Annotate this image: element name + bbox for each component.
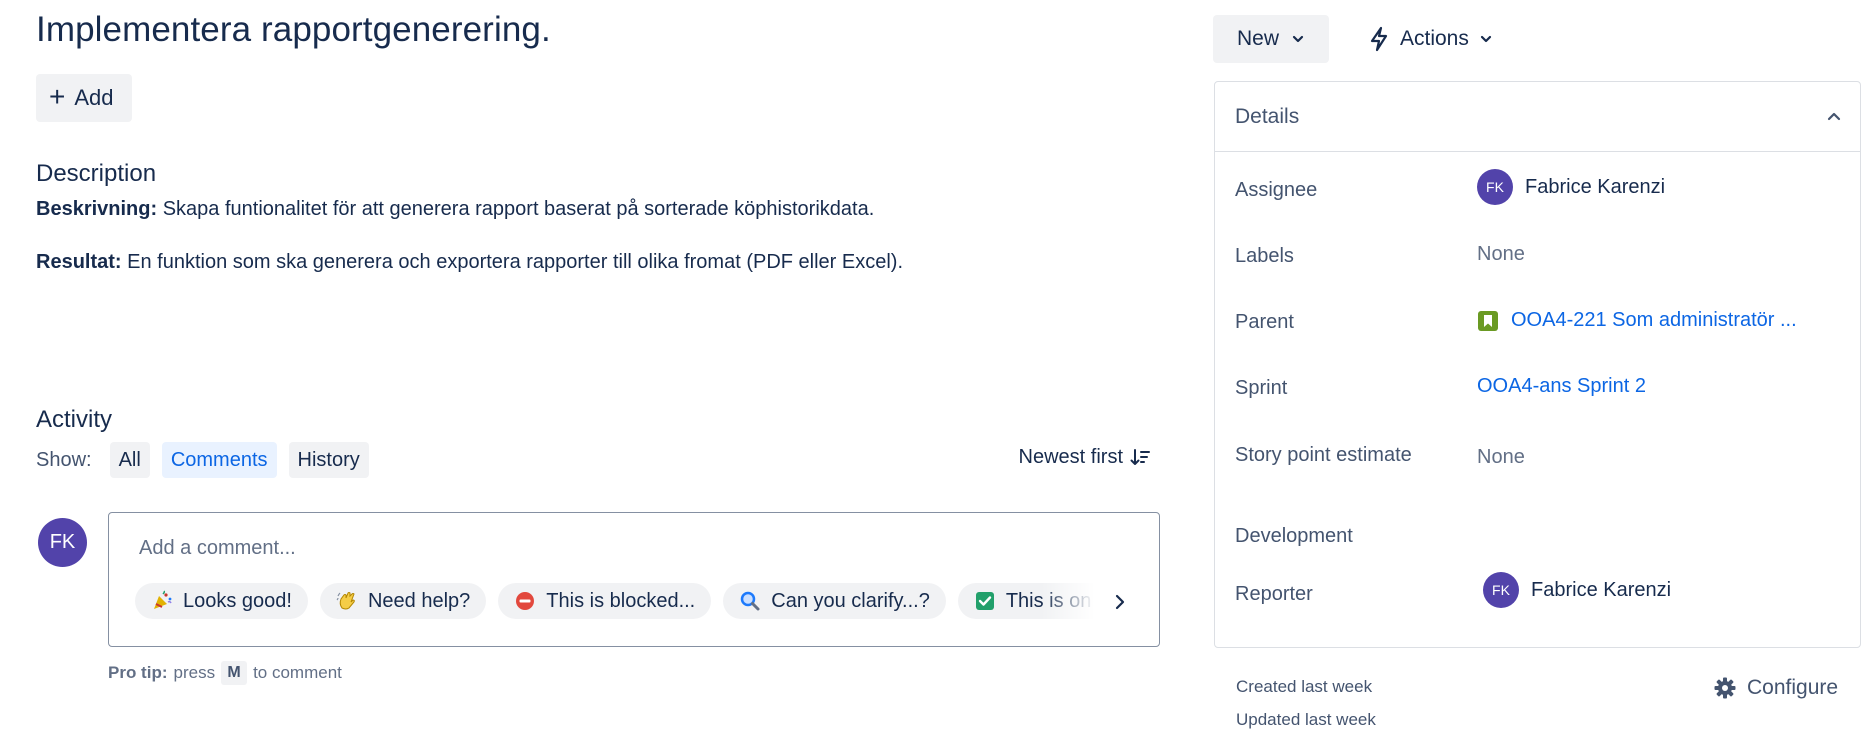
assignee-label: Assignee bbox=[1235, 179, 1318, 201]
quick-reply-clarify[interactable]: Can you clarify...? bbox=[723, 583, 946, 619]
created-timestamp: Created last week bbox=[1236, 677, 1373, 696]
reporter-field[interactable]: FK Fabrice Karenzi bbox=[1483, 572, 1671, 608]
reporter-avatar: FK bbox=[1483, 572, 1519, 608]
reporter-name: Fabrice Karenzi bbox=[1531, 578, 1672, 601]
plus-icon: + bbox=[49, 80, 66, 112]
actions-dropdown[interactable]: Actions bbox=[1358, 15, 1503, 63]
description-line-2-text: En funktion som ska generera och exporte… bbox=[121, 251, 904, 273]
waving-hand-icon bbox=[336, 590, 358, 612]
add-button[interactable]: + Add bbox=[36, 74, 132, 122]
chevron-right-icon[interactable] bbox=[1107, 589, 1133, 615]
quick-reply-blocked[interactable]: This is blocked... bbox=[498, 583, 712, 619]
sprint-link[interactable]: OOA4-ans Sprint 2 bbox=[1477, 375, 1646, 398]
pro-tip-rest: to comment bbox=[253, 663, 342, 682]
activity-heading: Activity bbox=[36, 406, 113, 433]
quick-reply-label: Looks good! bbox=[183, 589, 292, 612]
description-line-1-text: Skapa funtionalitet för att generera rap… bbox=[157, 198, 875, 220]
configure-label: Configure bbox=[1747, 676, 1839, 699]
assignee-field[interactable]: FK Fabrice Karenzi bbox=[1477, 169, 1665, 205]
pro-tip-press: press bbox=[173, 663, 216, 682]
bookmark-icon bbox=[1478, 310, 1498, 331]
sprint-label: Sprint bbox=[1235, 377, 1288, 399]
quick-reply-label: Need help? bbox=[367, 589, 471, 612]
assignee-avatar: FK bbox=[1477, 169, 1513, 205]
status-dropdown[interactable]: New bbox=[1213, 15, 1329, 63]
development-label: Development bbox=[1235, 525, 1353, 547]
add-button-label: Add bbox=[74, 85, 114, 110]
lightning-icon bbox=[1370, 26, 1388, 52]
current-user-avatar: FK bbox=[38, 518, 87, 567]
filter-all[interactable]: All bbox=[109, 442, 150, 478]
actions-label: Actions bbox=[1400, 27, 1469, 50]
chevron-down-icon bbox=[1480, 35, 1491, 43]
reporter-label: Reporter bbox=[1235, 583, 1313, 605]
assignee-name: Fabrice Karenzi bbox=[1525, 175, 1666, 198]
quick-reply-label: Can you clarify...? bbox=[771, 589, 930, 612]
magnifier-icon bbox=[739, 590, 761, 612]
keyboard-shortcut-key: M bbox=[221, 661, 248, 685]
story-points-field[interactable]: None bbox=[1477, 446, 1525, 469]
status-label: New bbox=[1236, 27, 1279, 50]
description-line-1-label: Beskrivning: bbox=[36, 198, 158, 220]
quick-reply-row: Looks good! Need help? This is blocked..… bbox=[135, 583, 1110, 621]
comment-placeholder[interactable]: Add a comment... bbox=[139, 537, 296, 560]
description-line-2-label: Resultat: bbox=[36, 251, 122, 273]
updated-timestamp: Updated last week bbox=[1236, 710, 1376, 729]
comment-editor[interactable]: Add a comment... Looks good! Need help? … bbox=[108, 512, 1160, 647]
configure-button[interactable]: Configure bbox=[1713, 676, 1838, 700]
chevron-down-icon bbox=[1292, 35, 1304, 43]
pro-tip-label: Pro tip: bbox=[108, 663, 168, 682]
story-points-label: Story point estimate bbox=[1235, 444, 1412, 466]
details-title: Details bbox=[1235, 104, 1300, 128]
details-panel: Details Assignee FK Fabrice Karenzi Labe… bbox=[1214, 81, 1861, 648]
labels-field[interactable]: None bbox=[1477, 243, 1525, 266]
details-header[interactable]: Details bbox=[1215, 82, 1860, 152]
labels-label: Labels bbox=[1235, 245, 1294, 267]
issue-title[interactable]: Implementera rapportgenerering. bbox=[36, 10, 551, 50]
parent-label: Parent bbox=[1235, 311, 1294, 333]
show-label: Show: bbox=[36, 448, 92, 471]
pro-tip: Pro tip: press M to comment bbox=[108, 661, 342, 685]
description-heading: Description bbox=[36, 160, 157, 187]
description-line-2[interactable]: Resultat: En funktion som ska generera o… bbox=[36, 251, 903, 274]
sort-descending-icon bbox=[1130, 448, 1150, 465]
quick-reply-looks-good[interactable]: Looks good! bbox=[135, 583, 308, 619]
quick-reply-need-help[interactable]: Need help? bbox=[319, 583, 487, 619]
check-box-icon bbox=[974, 590, 996, 612]
parent-link[interactable]: OOA4-221 Som administratör ... bbox=[1511, 309, 1797, 332]
sort-label: Newest first bbox=[1018, 446, 1123, 468]
filter-history[interactable]: History bbox=[288, 442, 369, 478]
description-line-1[interactable]: Beskrivning: Skapa funtionalitet för att… bbox=[36, 198, 874, 221]
gear-icon bbox=[1714, 677, 1736, 699]
party-popper-icon bbox=[151, 590, 173, 612]
chevron-up-icon[interactable] bbox=[1826, 109, 1842, 125]
sort-toggle[interactable]: Newest first bbox=[1019, 446, 1151, 469]
activity-filter-row: Show: All Comments History bbox=[36, 442, 369, 478]
no-entry-icon bbox=[514, 590, 536, 612]
quick-reply-label: This is blocked... bbox=[546, 589, 696, 612]
parent-field[interactable]: OOA4-221 Som administratör ... bbox=[1477, 309, 1797, 332]
filter-comments[interactable]: Comments bbox=[161, 442, 277, 478]
